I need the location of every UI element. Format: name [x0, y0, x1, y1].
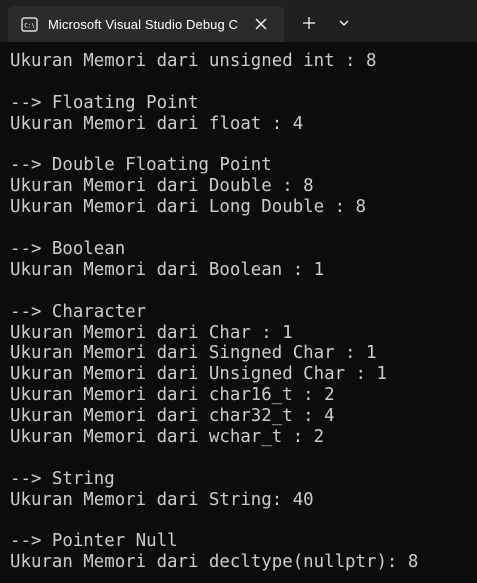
console-line: Ukuran Memori dari char16_t : 2: [10, 385, 335, 406]
console-line: Ukuran Memori dari Singned Char : 1: [10, 343, 377, 364]
new-tab-plus-icon[interactable]: [298, 12, 320, 34]
console-line: --> Pointer Null: [10, 531, 178, 552]
tab-title: Microsoft Visual Studio Debug Console: [48, 16, 238, 32]
console-line: Ukuran Memori dari wchar_t : 2: [10, 427, 325, 448]
console-line: Ukuran Memori dari Long Double : 8: [10, 197, 366, 218]
terminal-window: C:\ Microsoft Visual Studio Debug Consol…: [0, 0, 477, 583]
svg-text:C:\: C:\: [24, 22, 35, 29]
console-line: Ukuran Memori dari Double : 8: [10, 176, 314, 197]
close-tab-icon[interactable]: [252, 15, 270, 33]
console-line: Ukuran Memori dari decltype(nullptr): 8: [10, 552, 419, 573]
console-line: --> Boolean: [10, 239, 126, 260]
console-line: --> String: [10, 468, 115, 489]
console-line: Ukuran Memori dari Boolean : 1: [10, 259, 325, 280]
chevron-down-icon[interactable]: [333, 12, 355, 34]
console-line: Ukuran Memori dari Char : 1: [10, 322, 293, 343]
console-line: Ukuran Memori dari Unsigned Char : 1: [10, 364, 387, 385]
console-line: --> Character: [10, 301, 147, 322]
console-line: --> Floating Point: [10, 92, 199, 113]
console-output[interactable]: Ukuran Memori dari unsigned int : 8 --> …: [10, 51, 477, 573]
console-line: Ukuran Memori dari float : 4: [10, 113, 304, 134]
title-bar: C:\ Microsoft Visual Studio Debug Consol…: [0, 0, 477, 42]
console-line: Ukuran Memori dari char32_t : 4: [10, 406, 335, 427]
terminal-icon: C:\: [21, 16, 38, 33]
console-line: Ukuran Memori dari unsigned int : 8: [10, 51, 377, 71]
console-line: Ukuran Memori dari String: 40: [10, 489, 314, 510]
console-tab[interactable]: C:\ Microsoft Visual Studio Debug Consol…: [8, 6, 284, 42]
console-line: --> Double Floating Point: [10, 155, 272, 176]
